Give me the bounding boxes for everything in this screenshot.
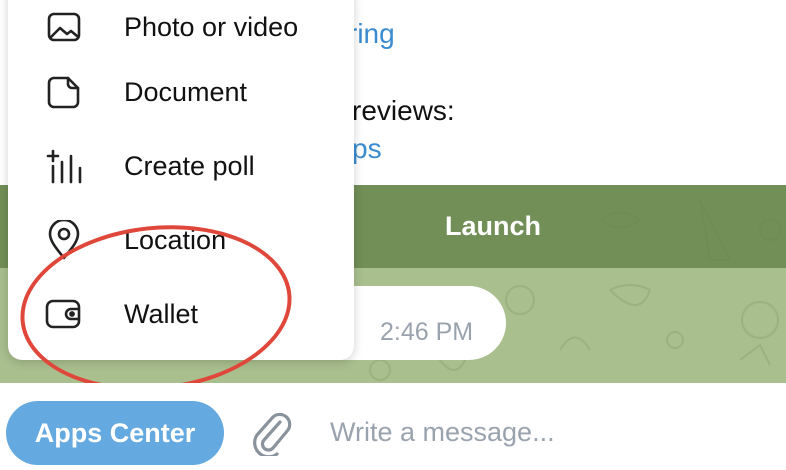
menu-item-location[interactable]: Location [8, 203, 354, 277]
menu-item-label: Wallet [124, 298, 199, 329]
message-link-top[interactable]: ring [348, 18, 395, 50]
photo-icon [44, 7, 84, 47]
apps-center-label: Apps Center [34, 417, 196, 448]
wallet-icon [44, 294, 84, 334]
menu-item-label: Photo or video [124, 11, 299, 42]
menu-item-label: Create poll [124, 150, 255, 181]
paperclip-icon [250, 408, 294, 461]
menu-item-label: Document [124, 76, 248, 107]
menu-item-wallet[interactable]: Wallet [8, 277, 354, 351]
menu-item-document[interactable]: Document [8, 55, 354, 129]
document-icon [44, 72, 84, 112]
menu-item-create-poll[interactable]: Create poll [8, 129, 354, 203]
attach-button[interactable] [246, 408, 298, 460]
message-time: 2:46 PM [380, 318, 474, 346]
message-text: reviews: [352, 95, 455, 126]
location-pin-icon [44, 220, 84, 260]
apps-center-button[interactable]: Apps Center [6, 401, 224, 465]
attach-menu: Photo or video Document Create poll Loca… [8, 0, 354, 360]
launch-label: Launch [444, 211, 541, 241]
message-input[interactable] [330, 404, 770, 460]
poll-icon [44, 146, 84, 186]
menu-item-label: Location [124, 224, 227, 255]
message-link-mid[interactable]: ps [352, 133, 382, 165]
